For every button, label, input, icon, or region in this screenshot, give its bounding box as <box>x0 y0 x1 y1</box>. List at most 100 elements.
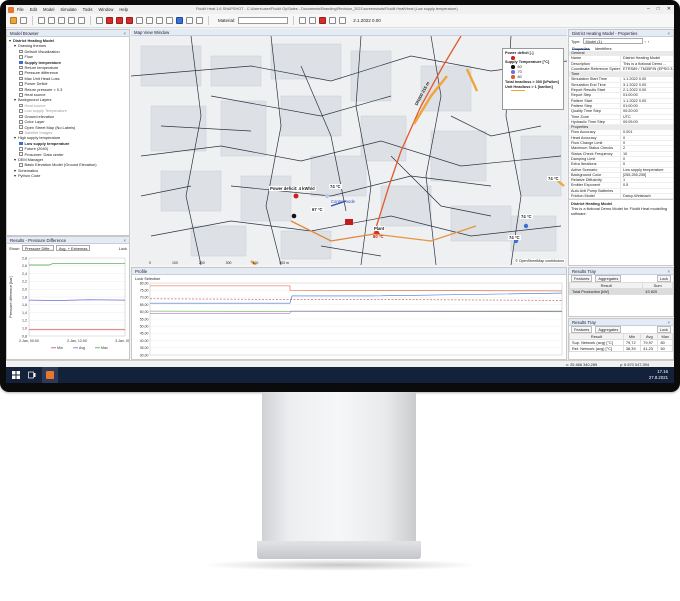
visibility-checkbox[interactable] <box>19 71 23 75</box>
redo-icon[interactable] <box>48 17 55 24</box>
property-value[interactable]: 1.1.2022 0.00 <box>620 98 673 103</box>
menu-item-edit[interactable]: Edit <box>30 7 37 12</box>
expand-icon[interactable]: ▾ <box>9 38 11 43</box>
lock-checkbox[interactable]: Lock <box>656 275 671 282</box>
property-value[interactable]: Darcy-Weisbach <box>620 194 673 199</box>
close-icon[interactable]: × <box>667 30 670 37</box>
property-value[interactable]: 3.1.2022 0.00 <box>620 82 673 88</box>
property-value[interactable]: 0 <box>620 156 673 162</box>
close-icon[interactable]: × <box>123 30 126 37</box>
pan-icon[interactable] <box>68 17 75 24</box>
visibility-checkbox[interactable] <box>19 125 23 129</box>
property-value[interactable]: Low supply temperature <box>620 167 673 172</box>
property-value[interactable]: 01:00:00 <box>620 93 673 98</box>
show-select[interactable]: Pressure Diffe... <box>21 245 54 251</box>
grid-icon[interactable] <box>186 17 193 24</box>
nav-prev-icon[interactable]: ‹ <box>645 39 646 44</box>
visibility-checkbox[interactable] <box>19 60 23 65</box>
expand-icon[interactable]: ▾ <box>14 43 16 48</box>
property-value[interactable]: 0 <box>620 162 673 167</box>
property-value[interactable]: ETRS89 / TM35FIN (EPSG:3... <box>620 66 673 72</box>
node-icon[interactable] <box>96 17 103 24</box>
open-icon[interactable] <box>10 17 17 24</box>
menu-item-help[interactable]: Help <box>119 7 128 12</box>
close-icon[interactable]: × <box>667 268 670 275</box>
property-value[interactable]: This is a fictional Demo ... <box>620 61 673 66</box>
undo-icon[interactable] <box>38 17 45 24</box>
filter-icon[interactable] <box>196 17 203 24</box>
property-value[interactable]: 00:05:00 <box>620 119 673 125</box>
expand-icon[interactable]: ▾ <box>14 135 16 140</box>
property-value[interactable]: 1.1.2022 0.00 <box>620 77 673 82</box>
step-forward-icon[interactable] <box>329 17 337 24</box>
valve-icon[interactable] <box>146 17 153 24</box>
menu-item-model[interactable]: Model <box>43 7 54 12</box>
visibility-checkbox[interactable] <box>19 93 23 97</box>
property-value[interactable]: 00:20:00 <box>620 109 673 114</box>
visibility-checkbox[interactable] <box>19 163 23 167</box>
tab-aggregates[interactable]: Aggregates <box>595 275 622 282</box>
consumer-icon[interactable] <box>116 17 123 24</box>
tab-properties[interactable]: Properties <box>572 46 590 51</box>
visibility-checkbox[interactable] <box>19 147 23 151</box>
table-row[interactable]: Total Production [kW] 43 820 <box>569 288 673 295</box>
maximize-icon[interactable]: □ <box>657 6 660 12</box>
lock-checkbox[interactable]: Lock <box>656 326 671 333</box>
property-value[interactable]: District Heating Model <box>620 56 673 61</box>
pipe-icon[interactable] <box>136 17 143 24</box>
taskbar-app-fluidit[interactable] <box>42 367 58 383</box>
visibility-checkbox[interactable] <box>19 130 23 135</box>
type-select[interactable]: Model (1) <box>582 38 643 44</box>
tab-aggregates[interactable]: Aggregates <box>595 326 622 333</box>
property-value[interactable]: 2.1.2022 0.00 <box>620 88 673 93</box>
map-tab[interactable]: Map View Window <box>134 30 169 35</box>
menu-item-simulate[interactable]: Simulate <box>60 7 76 12</box>
save-icon[interactable] <box>20 17 27 24</box>
property-value[interactable]: 0.001 <box>620 130 673 135</box>
property-value[interactable]: 10 <box>620 151 673 156</box>
visibility-checkbox[interactable] <box>19 109 23 113</box>
expand-icon[interactable]: ▾ <box>14 173 16 178</box>
expand-icon[interactable]: ▾ <box>14 97 16 102</box>
property-value[interactable]: [255,255,255] <box>620 172 673 178</box>
tab-features[interactable]: Features <box>571 326 593 333</box>
visibility-checkbox[interactable] <box>19 87 23 92</box>
tree-item[interactable]: ▾ Python Code <box>9 173 127 178</box>
minimize-icon[interactable]: – <box>647 6 650 12</box>
property-value[interactable]: UTC <box>620 114 673 119</box>
task-view-icon[interactable] <box>28 371 36 379</box>
pump-icon[interactable] <box>126 17 133 24</box>
visibility-checkbox[interactable] <box>19 76 23 81</box>
menu-item-window[interactable]: Window <box>98 7 113 12</box>
map-view[interactable]: Power deficit [-] Supply Temperature [°C… <box>131 36 567 265</box>
property-value[interactable] <box>620 188 673 194</box>
property-value[interactable]: 1 <box>620 178 673 183</box>
material-select[interactable] <box>238 17 289 24</box>
measure-icon[interactable] <box>156 17 163 24</box>
close-icon[interactable]: ✕ <box>667 6 671 12</box>
menu-item-file[interactable]: File <box>17 7 24 12</box>
table-row[interactable]: Ret. Network (avg) [°C] 38,39 41,23 50 <box>569 345 673 352</box>
property-value[interactable]: 01:00:00 <box>620 103 673 109</box>
visibility-checkbox[interactable] <box>19 49 23 54</box>
windows-start-icon[interactable] <box>12 371 20 379</box>
chart-icon[interactable] <box>176 17 183 24</box>
nav-next-icon[interactable]: › <box>648 39 649 44</box>
zoom-icon[interactable] <box>78 17 85 24</box>
visibility-checkbox[interactable] <box>19 141 23 146</box>
tab-features[interactable]: Features <box>571 275 593 282</box>
expand-icon[interactable]: ▾ <box>14 157 16 162</box>
visibility-checkbox[interactable] <box>19 55 23 59</box>
play-back-icon[interactable] <box>299 17 307 24</box>
play-icon[interactable] <box>339 17 347 24</box>
close-icon[interactable]: × <box>123 237 126 244</box>
property-value[interactable]: 0.5 <box>620 183 673 188</box>
plant-icon[interactable] <box>106 17 113 24</box>
visibility-checkbox[interactable] <box>19 152 23 156</box>
visibility-checkbox[interactable] <box>19 114 23 119</box>
property-value[interactable]: 0 <box>620 135 673 141</box>
text-icon[interactable] <box>166 17 173 24</box>
visibility-checkbox[interactable] <box>19 103 23 108</box>
close-icon[interactable]: × <box>667 319 670 326</box>
mode-select[interactable]: Avg. + Extremas <box>55 245 90 251</box>
